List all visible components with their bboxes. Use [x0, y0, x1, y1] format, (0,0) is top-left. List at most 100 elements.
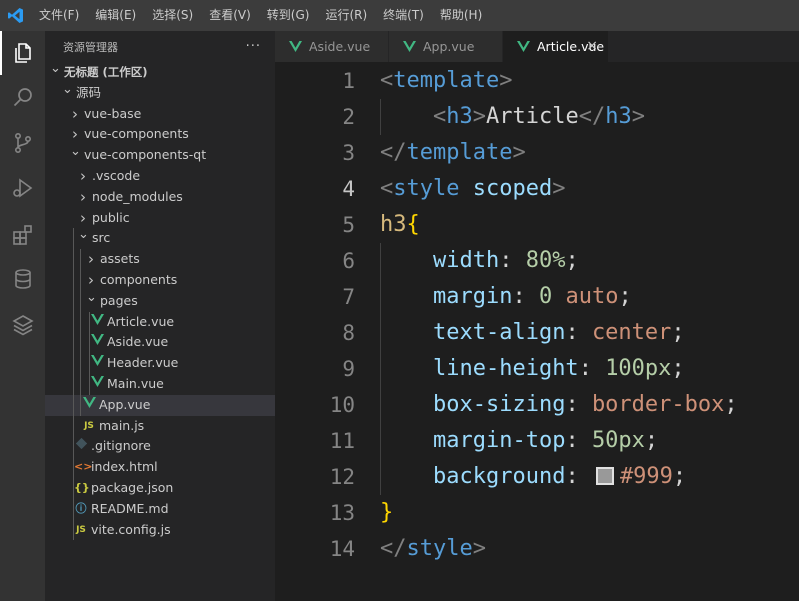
source-control-icon[interactable]	[0, 121, 45, 165]
menu-item[interactable]: 运行(R)	[316, 0, 374, 31]
file-item[interactable]: JS vite.config.js	[45, 520, 275, 541]
tab-article-vue[interactable]: Article.vue ×	[503, 31, 609, 62]
run-debug-icon[interactable]	[0, 166, 45, 210]
code-token: margin-top	[432, 428, 566, 453]
explorer-icon[interactable]	[0, 31, 45, 75]
code-line[interactable]: box-sizing: border-box;	[380, 387, 738, 423]
vue-file-icon	[90, 332, 104, 353]
indent-guide	[73, 228, 74, 541]
code-token: auto	[565, 284, 619, 309]
line-number: 4	[342, 177, 355, 201]
more-actions-icon[interactable]: ···	[246, 39, 261, 54]
folder-item[interactable]: › vue-base	[45, 104, 275, 125]
menu-item[interactable]: 查看(V)	[200, 0, 258, 31]
code-token: ;	[672, 464, 687, 489]
code-line[interactable]: <style scoped>	[380, 171, 565, 207]
folder-item[interactable]: ⌄ vue-components-qt	[45, 145, 275, 166]
chevron-right-icon: ›	[72, 125, 78, 144]
search-icon[interactable]	[0, 75, 45, 119]
code-token: ;	[618, 284, 632, 309]
chevron-right-icon: ›	[80, 208, 86, 227]
folder-item[interactable]: › vue-components	[45, 124, 275, 145]
code-editor[interactable]: 1 <template> 2 <h3>Article</h3> 3 </template…	[275, 62, 799, 601]
code-line[interactable]: margin-top: 50px;	[380, 423, 658, 459]
code-line[interactable]: h3{	[380, 207, 420, 243]
chevron-right-icon: ›	[88, 250, 94, 269]
layers-icon[interactable]	[0, 303, 45, 347]
tree-item-label: vite.config.js	[91, 521, 171, 537]
code-token: ;	[671, 320, 685, 345]
code-token: :	[565, 392, 592, 417]
code-line[interactable]: }	[380, 495, 393, 531]
code-token: ;	[724, 392, 738, 417]
file-item[interactable]: .gitignore	[45, 436, 275, 457]
folder-item[interactable]: ⌄ 源码	[45, 82, 275, 104]
explorer-sidebar: 资源管理器 ··· ⌄ 无标题 (工作区) ⌄ 源码 › vue-base › vue-com…	[45, 31, 275, 601]
menu-item[interactable]: 文件(F)	[30, 0, 86, 31]
code-line[interactable]: line-height: 100px;	[380, 351, 685, 387]
code-line[interactable]: text-align: center;	[380, 315, 685, 351]
menu-bar: 文件(F) 编辑(E) 选择(S) 查看(V) 转到(G) 运行(R) 终端(T) 帮助(H)	[30, 0, 489, 31]
folder-item[interactable]: › node_modules	[45, 187, 275, 208]
file-item[interactable]: JS main.js	[45, 416, 275, 437]
file-item[interactable]: <> index.html	[45, 457, 275, 478]
line-number: 12	[329, 465, 355, 489]
tree-item-label: 源码	[76, 84, 102, 100]
code-token: <	[380, 176, 394, 201]
menu-item[interactable]: 帮助(H)	[431, 0, 489, 31]
database-icon[interactable]	[0, 257, 45, 301]
code-token: :	[578, 356, 606, 381]
folder-item[interactable]: › public	[45, 208, 275, 229]
code-token: ;	[565, 248, 579, 273]
tree-item-label: Header.vue	[107, 355, 179, 371]
code-token: h3	[605, 104, 632, 129]
tree-item-label: pages	[100, 292, 138, 308]
code-token: ;	[644, 428, 659, 453]
code-token: :	[565, 464, 592, 489]
file-item[interactable]: {} package.json	[45, 478, 275, 499]
code-line[interactable]: </style>	[380, 531, 486, 567]
folder-item[interactable]: ⌄ src	[45, 228, 275, 249]
folder-item[interactable]: ⌄ 无标题 (工作区)	[45, 62, 275, 83]
line-number: 2	[342, 105, 355, 129]
file-item[interactable]: ⓘ README.md	[45, 499, 275, 520]
menu-item[interactable]: 编辑(E)	[86, 0, 143, 31]
code-line[interactable]: <template>	[380, 63, 512, 99]
code-token: >	[472, 536, 486, 561]
tab-label: Aside.vue	[309, 39, 371, 54]
code-token: >	[472, 104, 486, 129]
code-line[interactable]: width: 80%;	[380, 243, 579, 279]
file-tree: ⌄ 无标题 (工作区) ⌄ 源码 › vue-base › vue-components ⌄ vu…	[45, 62, 275, 541]
tree-item-label: src	[92, 230, 111, 246]
close-icon[interactable]: ×	[586, 31, 598, 62]
code-token: >	[499, 68, 513, 93]
folder-item[interactable]: › .vscode	[45, 166, 275, 187]
line-number: 5	[342, 213, 355, 237]
tab-aside-vue[interactable]: Aside.vue	[275, 31, 389, 62]
code-token: >	[631, 104, 645, 129]
color-swatch[interactable]	[595, 467, 614, 485]
vue-file-icon	[90, 374, 104, 395]
extensions-icon[interactable]	[0, 213, 45, 257]
code-token: ;	[671, 356, 685, 381]
line-number: 14	[329, 537, 355, 561]
tree-item-label: README.md	[91, 500, 169, 516]
tab-app-vue[interactable]: App.vue	[389, 31, 503, 62]
code-line[interactable]: <h3>Article</h3>	[380, 99, 645, 135]
chevron-down-icon: ⌄	[78, 227, 89, 243]
tree-item-label: node_modules	[92, 188, 183, 204]
code-line[interactable]: background: #999;	[380, 459, 686, 495]
code-token: 100px	[605, 356, 672, 381]
menu-item[interactable]: 选择(S)	[143, 0, 200, 31]
code-line[interactable]: margin: 0 auto;	[380, 279, 632, 315]
code-token: h3	[446, 104, 473, 129]
menu-item[interactable]: 终端(T)	[374, 0, 431, 31]
code-token: {	[406, 212, 420, 237]
line-number: 7	[342, 285, 355, 309]
menu-item[interactable]: 转到(G)	[258, 0, 317, 31]
code-line[interactable]: </template>	[380, 135, 526, 171]
